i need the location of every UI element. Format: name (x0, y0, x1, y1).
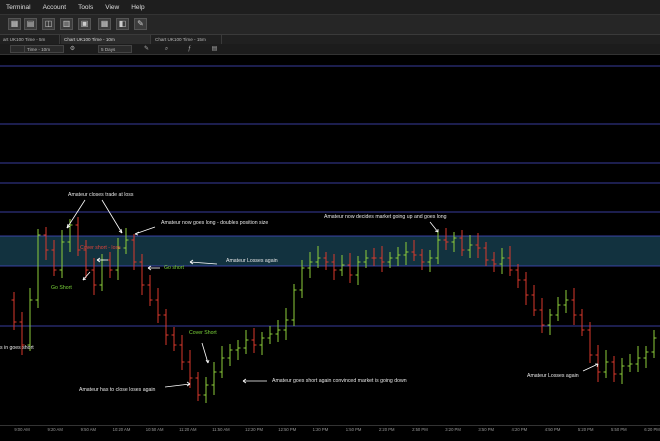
chart-controls: Time - 10m ⚙ 5 Days ✎ ⌕ ƒ ▤ (0, 44, 660, 55)
x-tick-label: 10:50 AM (145, 427, 164, 432)
toolbar: ▦ ▤ ◫ ▥ ▣ ▦ ◧ ✎ (0, 15, 660, 35)
x-tick-label: 3:50 PM (478, 427, 495, 432)
x-tick-label: 2:20 PM (378, 427, 395, 432)
annotation-losses-again-right: Amateur Losses again (527, 373, 579, 379)
annotation-cover-short-bottom: Cover Short (189, 330, 217, 336)
x-tick-label: 12:50 PM (278, 427, 297, 432)
menu-bar: Terminal Account Tools View Help (0, 0, 660, 15)
annotation-go-short-1: Go Short (51, 285, 72, 291)
menu-account[interactable]: Account (43, 4, 67, 11)
x-tick-label: 11:50 AM (212, 427, 230, 432)
x-tick-label: 2:50 PM (412, 427, 428, 432)
x-tick-label: 9:00 AM (14, 427, 30, 432)
new-chart-icon[interactable]: ▦ (8, 18, 21, 30)
menu-view[interactable]: View (105, 4, 119, 11)
layout-icon[interactable]: ▤ (210, 45, 219, 53)
annotation-decides-market-up: Amateur now decides market going up and … (324, 214, 447, 220)
menu-help[interactable]: Help (131, 4, 144, 11)
pen-icon[interactable]: ✎ (142, 45, 151, 53)
wrench-icon[interactable]: ✎ (134, 18, 147, 30)
annotation-close-loses-again: Amateur has to close loses again (79, 387, 156, 393)
tester-icon[interactable]: ◧ (116, 18, 129, 30)
market-watch-icon[interactable]: ▥ (60, 18, 73, 30)
x-tick-label: 4:50 PM (544, 427, 561, 432)
annotation-goes-short-convinced: Amateur goes short again convinced marke… (272, 378, 407, 384)
terminal-icon[interactable]: ▦ (98, 18, 111, 30)
tab-chart-15m[interactable]: Chart UK100 Time - 15m (152, 35, 222, 44)
x-tick-label: 11:20 AM (179, 427, 197, 432)
x-tick-label: 3:20 PM (445, 427, 461, 432)
x-tick-label: 9:20 AM (47, 427, 63, 432)
timeframe-select[interactable]: Time - 10m (24, 45, 64, 53)
range-select[interactable]: 5 Days (98, 45, 132, 53)
x-tick-label: 1:50 PM (345, 427, 362, 432)
indicator-icon[interactable]: ƒ (185, 45, 194, 53)
x-tick-label: 1:20 PM (312, 427, 329, 432)
x-tick-label: 4:20 PM (511, 427, 528, 432)
annotation-closes-at-loss: Amateur closes trade at loss (68, 192, 134, 198)
menu-terminal[interactable]: Terminal (6, 4, 31, 11)
chart-window-icon[interactable]: ▤ (24, 18, 37, 30)
x-tick-label: 6:20 PM (644, 427, 660, 432)
annotation-goes-long-doubles: Amateur now goes long - doubles position… (161, 220, 269, 226)
menu-tools[interactable]: Tools (78, 4, 93, 11)
tab-chart-5m[interactable]: art UK100 Time - 5m (0, 35, 60, 44)
x-tick-label: 10:20 AM (112, 427, 131, 432)
annotation-goes-short-left: s in goes short (0, 345, 34, 351)
annotation-cover-short-loss: Cover short - loss (80, 245, 121, 251)
gear-icon[interactable]: ⚙ (68, 45, 77, 53)
chart-tab-bar: art UK100 Time - 5m Chart UK100 Time - 1… (0, 35, 660, 76)
price-chart[interactable] (0, 55, 660, 425)
x-tick-label: 5:20 PM (577, 427, 594, 432)
time-axis: 9:00 AM 9:20 AM 9:50 AM 10:20 AM 10:50 AM 11:… (0, 425, 660, 441)
x-tick-label: 12:20 PM (245, 427, 264, 432)
tab-chart-10m[interactable]: Chart UK100 Time - 10m (61, 35, 151, 44)
zoom-icon[interactable]: ⌕ (162, 45, 171, 53)
navigator-icon[interactable]: ◫ (42, 18, 55, 30)
data-window-icon[interactable]: ▣ (78, 18, 91, 30)
annotation-go-short-2: Go short (164, 265, 184, 271)
x-tick-label: 5:50 PM (611, 427, 627, 432)
annotation-losses-again-mid: Amateur Losses again (226, 258, 278, 264)
x-tick-label: 9:50 AM (80, 427, 96, 432)
